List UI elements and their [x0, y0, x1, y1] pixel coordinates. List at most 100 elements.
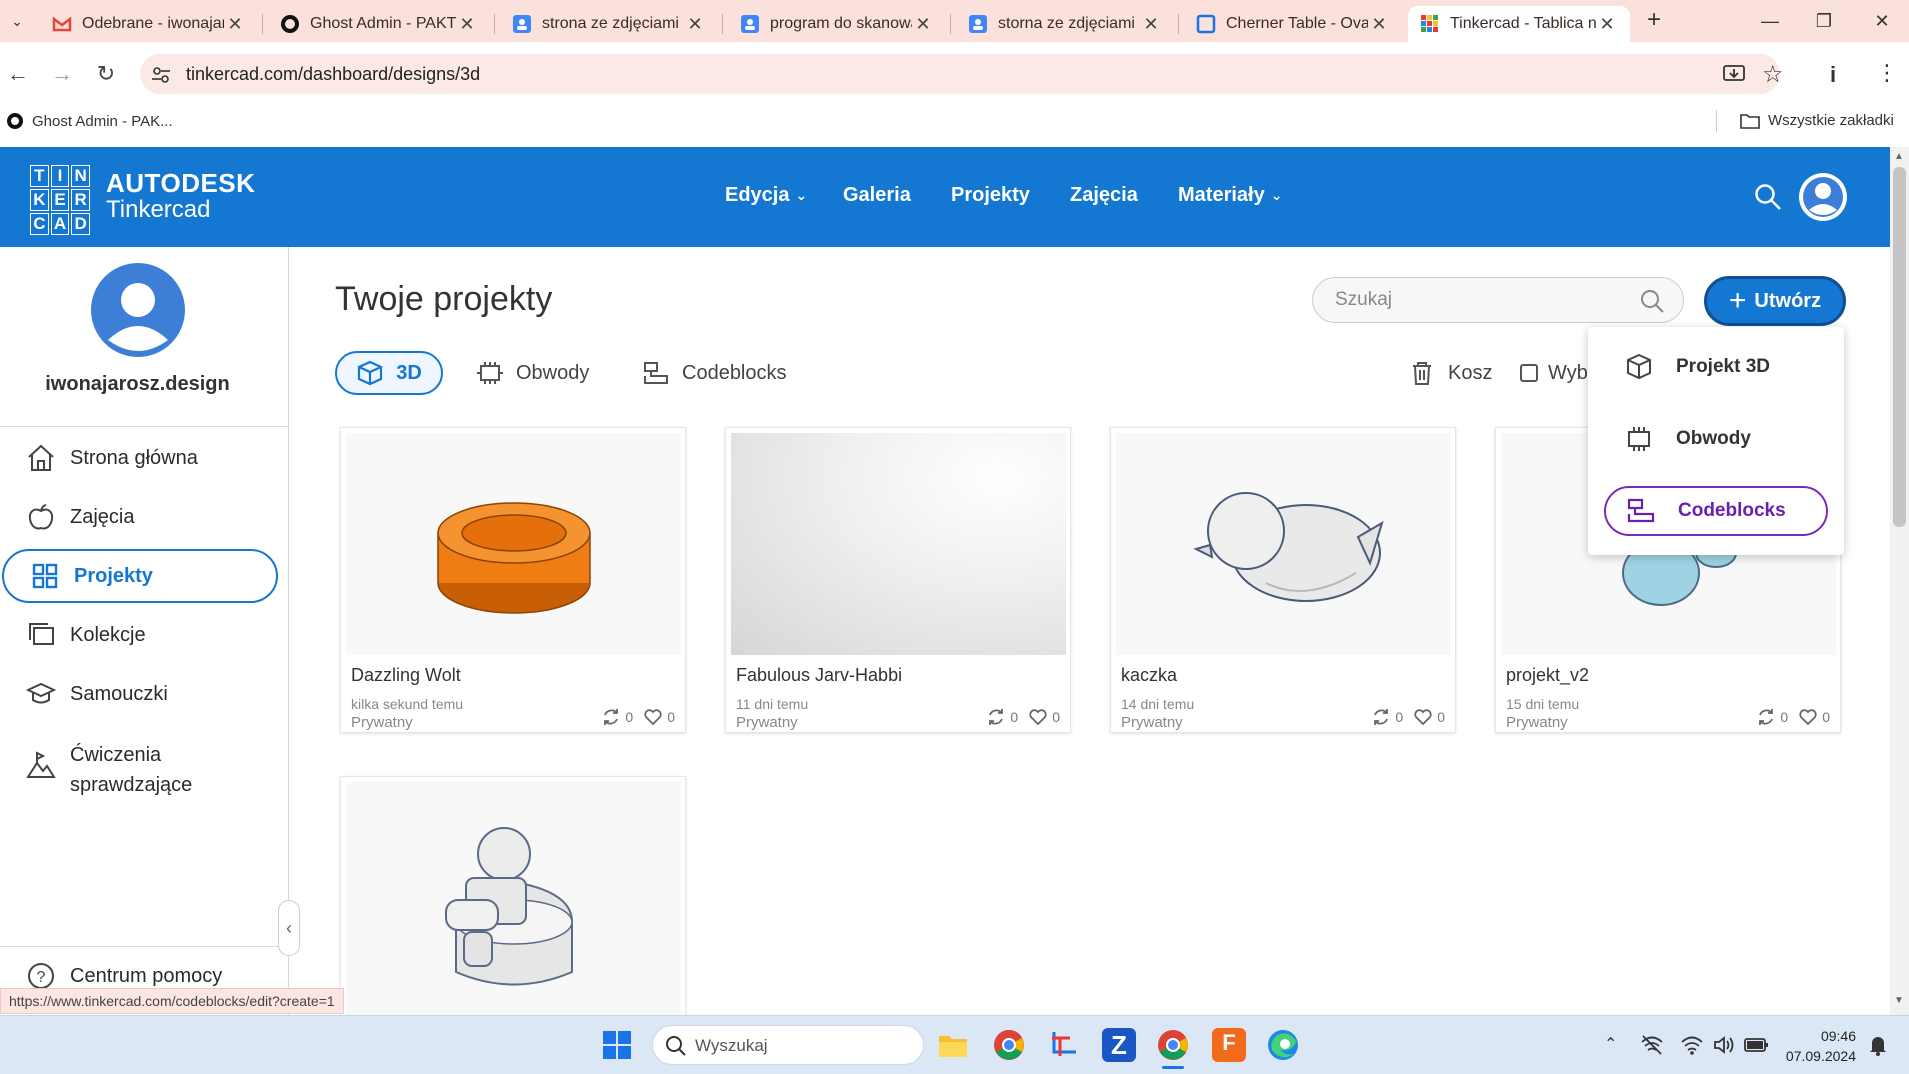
close-icon[interactable]: ✕	[1368, 14, 1390, 35]
heart-icon[interactable]	[1028, 707, 1048, 727]
scrollbar-thumb[interactable]	[1893, 167, 1906, 527]
windows-start-icon[interactable]	[602, 1030, 632, 1060]
snipping-tool-icon[interactable]	[1048, 1028, 1082, 1062]
close-icon[interactable]: ✕	[456, 14, 478, 35]
close-icon[interactable]: ✕	[912, 14, 934, 35]
project-name[interactable]: Fabulous Jarv-Habbi	[736, 665, 902, 686]
network-off-icon[interactable]	[1640, 1034, 1664, 1056]
sidebar-item-cwiczenia[interactable]: Ćwiczenia sprawdzające	[0, 736, 280, 816]
chip-icon	[1624, 424, 1654, 454]
mountain-flag-icon	[26, 750, 56, 780]
browser-tab-ghost[interactable]: Ghost Admin - PAKT ✕	[268, 6, 490, 42]
sidebar-item-projekty[interactable]: Projekty	[2, 549, 278, 603]
restore-button[interactable]: ❐	[1794, 0, 1854, 42]
url-text: tinkercad.com/dashboard/designs/3d	[186, 64, 481, 84]
close-icon[interactable]: ✕	[684, 14, 706, 35]
taskbar-search[interactable]: Wyszukaj	[652, 1025, 924, 1065]
page-scrollbar[interactable]: ▲ ▼	[1890, 147, 1909, 1015]
project-name[interactable]: kaczka	[1121, 665, 1177, 686]
heart-icon[interactable]	[1798, 707, 1818, 727]
tinkercad-logo[interactable]: TINKERCAD	[30, 165, 90, 235]
bookmark-ghost[interactable]: Ghost Admin - PAK...	[6, 112, 173, 130]
search-icon[interactable]	[1639, 288, 1665, 314]
taskbar-clock[interactable]: 09:46 07.09.2024	[1780, 1026, 1856, 1066]
scroll-up-icon[interactable]: ▲	[1894, 151, 1904, 162]
nav-projekty[interactable]: Projekty	[951, 184, 1030, 207]
filter-codeblocks[interactable]: Codeblocks	[642, 351, 787, 395]
chrome-icon[interactable]	[992, 1028, 1026, 1062]
forward-button[interactable]: →	[48, 60, 76, 88]
browser-tab-doc-3[interactable]: storna ze zdjęciami n ✕	[956, 6, 1174, 42]
sidebar-item-home[interactable]: Strona główna	[0, 431, 280, 485]
sidebar-item-kolekcje[interactable]: Kolekcje	[0, 608, 280, 662]
menu-item-codeblocks[interactable]: Codeblocks	[1604, 486, 1828, 536]
back-button[interactable]: ←	[4, 60, 32, 88]
project-card[interactable]: Dazzling Wolt kilka sekund temu Prywatny…	[340, 427, 686, 733]
user-avatar[interactable]	[1798, 172, 1848, 222]
wifi-icon[interactable]	[1680, 1034, 1704, 1056]
close-icon[interactable]: ✕	[1596, 14, 1618, 35]
browser-tab-doc-1[interactable]: strona ze zdjęciami n ✕	[500, 6, 718, 42]
profile-avatar[interactable]	[90, 262, 186, 358]
volume-icon[interactable]	[1712, 1034, 1736, 1056]
filter-3d[interactable]: 3D	[335, 351, 443, 395]
project-thumbnail[interactable]	[731, 433, 1066, 655]
select-checkbox[interactable]: Wyb	[1520, 351, 1588, 395]
tab-search-icon[interactable]: ⌄	[6, 10, 28, 32]
heart-icon[interactable]	[1413, 707, 1433, 727]
project-card[interactable]: Fabulous Jarv-Habbi 11 dni temu Prywatny…	[725, 427, 1071, 733]
browser-tab-tinkercad[interactable]: Tinkercad - Tablica n ✕	[1408, 6, 1630, 42]
project-name[interactable]: Dazzling Wolt	[351, 665, 461, 686]
menu-item-projekt-3d[interactable]: Projekt 3D	[1604, 342, 1828, 392]
extension-icon[interactable]: i	[1830, 62, 1846, 87]
edge-icon[interactable]	[1266, 1028, 1300, 1062]
file-explorer-icon[interactable]	[936, 1028, 970, 1062]
close-icon[interactable]: ✕	[1140, 14, 1162, 35]
nav-zajecia[interactable]: Zajęcia	[1070, 184, 1138, 207]
search-icon[interactable]	[1754, 183, 1782, 211]
search-input[interactable]	[1335, 288, 1615, 312]
collapse-sidebar-button[interactable]: ‹	[278, 900, 300, 956]
site-info-icon[interactable]	[150, 64, 172, 86]
sidebar-item-samouczki[interactable]: Samouczki	[0, 667, 280, 721]
create-button[interactable]: + Utwórz	[1704, 276, 1846, 326]
close-icon[interactable]: ✕	[224, 14, 246, 35]
nav-materialy[interactable]: Materiały ⌄	[1178, 184, 1282, 207]
browser-tab-doc-2[interactable]: program do skanowa ✕	[728, 6, 946, 42]
nav-galeria[interactable]: Galeria	[843, 184, 911, 207]
cube-icon	[356, 359, 384, 387]
all-bookmarks[interactable]: Wszystkie zakładki	[1740, 112, 1894, 129]
sidebar-item-zajecia[interactable]: Zajęcia	[0, 490, 280, 544]
new-tab-button[interactable]: +	[1640, 6, 1668, 36]
scroll-down-icon[interactable]: ▼	[1894, 995, 1904, 1006]
browser-tab-gmail[interactable]: Odebrane - iwonajar ✕	[40, 6, 258, 42]
project-privacy: Prywatny	[351, 714, 413, 731]
project-card[interactable]	[340, 776, 686, 1017]
search-icon	[665, 1035, 687, 1057]
nav-edycja[interactable]: Edycja ⌄	[725, 184, 807, 207]
filter-obwody[interactable]: Obwody	[476, 351, 589, 395]
install-app-icon[interactable]	[1722, 62, 1746, 86]
window-close-button[interactable]: ✕	[1852, 0, 1909, 42]
project-time: kilka sekund temu	[351, 696, 464, 712]
zoom-z-icon[interactable]: Z	[1102, 1028, 1136, 1062]
fus-app-icon[interactable]: F	[1212, 1028, 1246, 1062]
trash-button[interactable]: Kosz	[1408, 351, 1492, 395]
menu-item-obwody[interactable]: Obwody	[1604, 414, 1828, 464]
logo-letter: N	[71, 165, 90, 187]
browser-tab-cherner[interactable]: Cherner Table - Oval ✕	[1184, 6, 1402, 42]
bookmark-star-icon[interactable]: ☆	[1762, 60, 1788, 88]
tray-chevron-icon[interactable]: ⌃	[1604, 1034, 1617, 1054]
battery-icon[interactable]	[1744, 1036, 1770, 1054]
minimize-button[interactable]: —	[1740, 0, 1800, 42]
menu-kebab-icon[interactable]: ⋮	[1876, 60, 1898, 86]
project-thumbnail[interactable]	[1116, 433, 1451, 655]
project-thumbnail[interactable]	[346, 433, 681, 655]
project-card[interactable]: kaczka 14 dni temu Prywatny 0 0	[1110, 427, 1456, 733]
chrome-active-icon[interactable]	[1156, 1028, 1190, 1062]
project-thumbnail[interactable]	[346, 782, 681, 1017]
project-name[interactable]: projekt_v2	[1506, 665, 1589, 686]
reload-button[interactable]: ↻	[92, 60, 120, 88]
heart-icon[interactable]	[643, 707, 663, 727]
notification-bell-icon[interactable]	[1868, 1034, 1888, 1056]
